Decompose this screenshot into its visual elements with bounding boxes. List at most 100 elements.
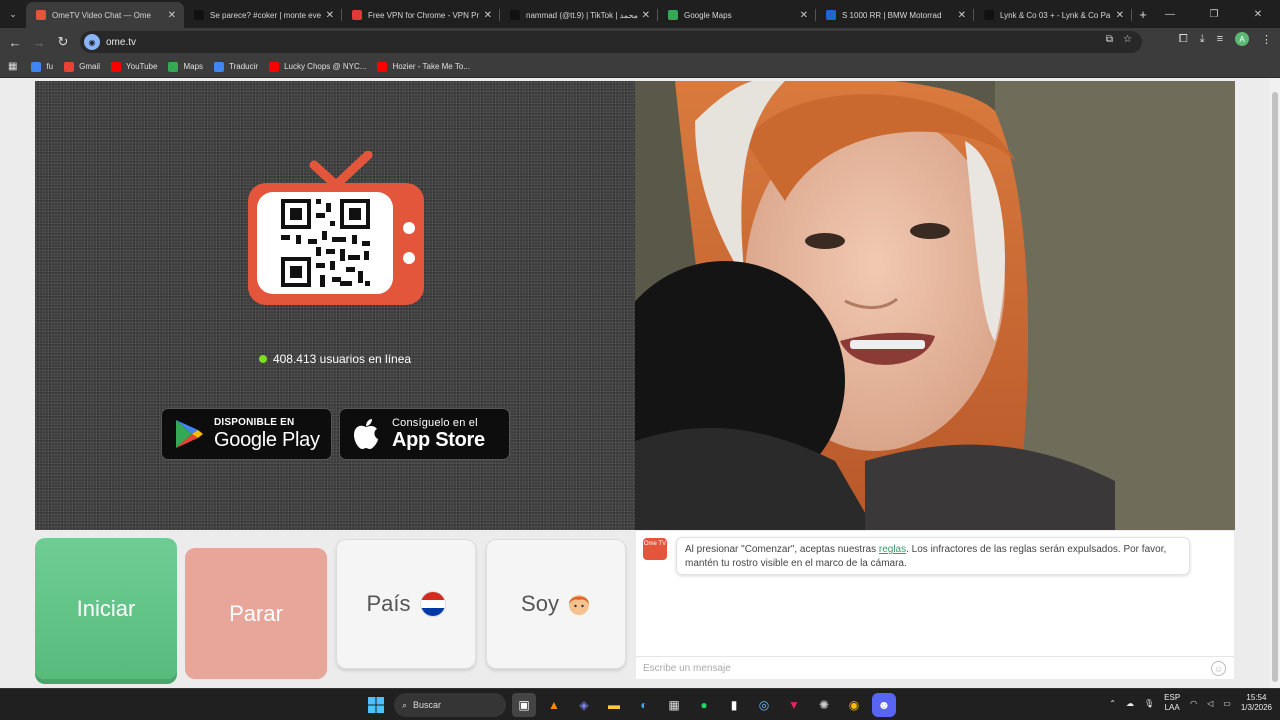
clock[interactable]: 15:54 1/3/2026 <box>1241 693 1272 713</box>
close-tab-icon[interactable]: ✕ <box>326 10 334 21</box>
browser-tab[interactable]: Free VPN for Chrome - VPN Pr ✕ <box>342 2 500 28</box>
gender-button[interactable]: Soy <box>486 539 626 669</box>
windows-taskbar: ⌕ Buscar ▣ ▲ ◈ ▬ ◐ ▦ ● ▮ ◎ ▼ ✺ ◉ ☻ ⌃ ☁ 🎙 … <box>0 688 1280 720</box>
bookmark-item[interactable]: Traducir <box>214 61 258 72</box>
tab-title: OmeTV Video Chat — Ome <box>52 10 151 20</box>
volume-icon[interactable]: ◁ <box>1207 699 1213 708</box>
translate-icon <box>214 61 225 72</box>
page-scrollbar[interactable] <box>1270 78 1280 688</box>
microphone-icon[interactable]: 🎙 <box>1144 699 1154 708</box>
own-video-panel: 408.413 usuarios en línea DISPONIBLE EN G… <box>35 81 635 530</box>
bookmark-item[interactable]: Hozier - Take Me To... <box>377 61 470 72</box>
extensions-icon[interactable]: ⧠ <box>1179 33 1188 46</box>
maps-icon <box>168 61 179 72</box>
site-info-icon[interactable]: ◉ <box>84 34 100 50</box>
bookmark-label: Maps <box>183 62 204 71</box>
youtube-icon <box>111 61 122 72</box>
minimize-icon[interactable]: — <box>1148 0 1192 28</box>
app-store-badge[interactable]: Consíguelo en el App Store <box>339 408 510 460</box>
stop-button[interactable]: Parar <box>185 548 327 679</box>
copilot-icon[interactable]: ◈ <box>572 693 596 717</box>
tiktok-icon <box>510 10 520 20</box>
google-play-badge[interactable]: DISPONIBLE EN Google Play <box>161 408 332 460</box>
menu-icon[interactable]: ⋮ <box>1261 33 1272 46</box>
close-tab-icon[interactable]: ✕ <box>958 10 966 21</box>
install-app-icon[interactable]: ⧉ <box>1106 34 1113 45</box>
chrome-icon[interactable]: ◉ <box>842 693 866 717</box>
close-tab-icon[interactable]: ✕ <box>642 10 650 21</box>
paraguay-flag-icon <box>419 591 446 617</box>
bookmark-item[interactable]: Gmail <box>64 61 100 72</box>
browser-toolbar: ← → ↻ ◉ ome.tv ⧉ ☆ ⧠ ⤓ ≡ A ⋮ <box>0 28 1280 56</box>
browser-tab[interactable]: Se parece? #coker | monte eve ✕ <box>184 2 342 28</box>
apps-icon[interactable]: ▦ <box>8 61 17 72</box>
restore-icon[interactable]: ❐ <box>1192 0 1236 28</box>
close-window-icon[interactable]: ✕ <box>1236 0 1280 28</box>
reload-icon[interactable]: ↻ <box>51 30 75 54</box>
address-bar[interactable]: ◉ ome.tv ⧉ ☆ <box>80 31 1142 53</box>
chatgpt-icon[interactable]: ✺ <box>812 693 836 717</box>
back-icon[interactable]: ← <box>3 30 27 54</box>
bookmark-item[interactable]: Maps <box>168 61 204 72</box>
bookmark-item[interactable]: fu <box>31 61 53 72</box>
online-dot-icon <box>258 355 267 363</box>
keyboard-language[interactable]: ESP LAA <box>1164 693 1180 713</box>
bookmark-label: Lucky Chops @ NYC... <box>284 62 367 71</box>
vlc-icon[interactable]: ▲ <box>542 693 566 717</box>
chat-message-input[interactable]: Escribe un mensaje ☺ <box>636 656 1234 679</box>
profile-avatar[interactable]: A <box>1235 32 1249 46</box>
partner-video-feed <box>635 81 1235 530</box>
forward-icon[interactable]: → <box>27 30 51 54</box>
onedrive-icon[interactable]: ☁ <box>1126 699 1134 708</box>
search-icon: ⌕ <box>402 699 408 710</box>
edge-icon[interactable]: ◐ <box>632 693 656 717</box>
tab-title: S 1000 RR | BMW Motorrad <box>842 10 942 20</box>
youtube-icon <box>269 61 280 72</box>
bookmark-label: Hozier - Take Me To... <box>392 62 470 71</box>
discord-icon[interactable]: ☻ <box>872 693 896 717</box>
browser-tab[interactable]: S 1000 RR | BMW Motorrad ✕ <box>816 2 974 28</box>
rules-link[interactable]: reglas <box>879 544 906 555</box>
wifi-icon[interactable]: ◠ <box>1190 699 1197 708</box>
online-users-count: 408.413 usuarios en línea <box>35 352 635 366</box>
ometv-chat-logo: Ome TV <box>643 538 667 560</box>
task-view-icon[interactable]: ▣ <box>512 693 536 717</box>
taskbar-search[interactable]: ⌕ Buscar <box>394 693 506 717</box>
vpn-icon <box>352 10 362 20</box>
bookmark-star-icon[interactable]: ☆ <box>1123 34 1132 45</box>
emoji-picker-icon[interactable]: ☺ <box>1211 661 1226 676</box>
epic-games-icon[interactable]: ▮ <box>722 693 746 717</box>
store-icon[interactable]: ▦ <box>662 693 686 717</box>
browser-tab[interactable]: Lynk & Co 03 + - Lynk & Co Pa ✕ <box>974 2 1132 28</box>
tab-title: nammad (@tt.9) | TikTok | محمد <box>526 10 638 20</box>
tab-strip: ⌄ OmeTV Video Chat — Ome ✕ Se parece? #cok… <box>0 0 1280 28</box>
system-tray: ⌃ ☁ 🎙 ESP LAA ◠ ◁ ▭ 15:54 1/3/2026 <box>1109 693 1272 713</box>
scrollbar-thumb[interactable] <box>1272 92 1278 682</box>
country-button[interactable]: País <box>336 539 476 669</box>
close-tab-icon[interactable]: ✕ <box>800 10 808 21</box>
spotify-icon[interactable]: ● <box>692 693 716 717</box>
person-emoji-icon <box>568 595 589 615</box>
start-button[interactable]: Iniciar <box>35 538 177 679</box>
chat-panel: Ome TV Al presionar "Comenzar", aceptas … <box>636 531 1234 679</box>
bookmark-item[interactable]: YouTube <box>111 61 157 72</box>
tab-search-icon[interactable]: ⌄ <box>0 0 26 28</box>
download-icon[interactable]: ⤓ <box>1200 33 1205 46</box>
close-tab-icon[interactable]: ✕ <box>168 10 176 21</box>
windows-start-icon[interactable] <box>364 693 388 717</box>
browser-tab[interactable]: nammad (@tt.9) | TikTok | محمد ✕ <box>500 2 658 28</box>
maps-icon <box>668 10 678 20</box>
reading-list-icon[interactable]: ≡ <box>1217 33 1223 45</box>
google-icon <box>31 61 42 72</box>
vpn-app-icon[interactable]: ▼ <box>782 693 806 717</box>
bookmark-item[interactable]: Lucky Chops @ NYC... <box>269 61 367 72</box>
close-tab-icon[interactable]: ✕ <box>1116 10 1124 21</box>
battery-icon[interactable]: ▭ <box>1223 699 1231 708</box>
browser-tab[interactable]: OmeTV Video Chat — Ome ✕ <box>26 2 184 28</box>
tray-chevron-icon[interactable]: ⌃ <box>1109 699 1116 708</box>
close-tab-icon[interactable]: ✕ <box>484 10 492 21</box>
bookmarks-bar: ▦ fu Gmail YouTube Maps Traducir Lucky Chops … <box>0 56 1280 78</box>
file-explorer-icon[interactable]: ▬ <box>602 693 626 717</box>
steam-icon[interactable]: ◎ <box>752 693 776 717</box>
browser-tab[interactable]: Google Maps ✕ <box>658 2 816 28</box>
